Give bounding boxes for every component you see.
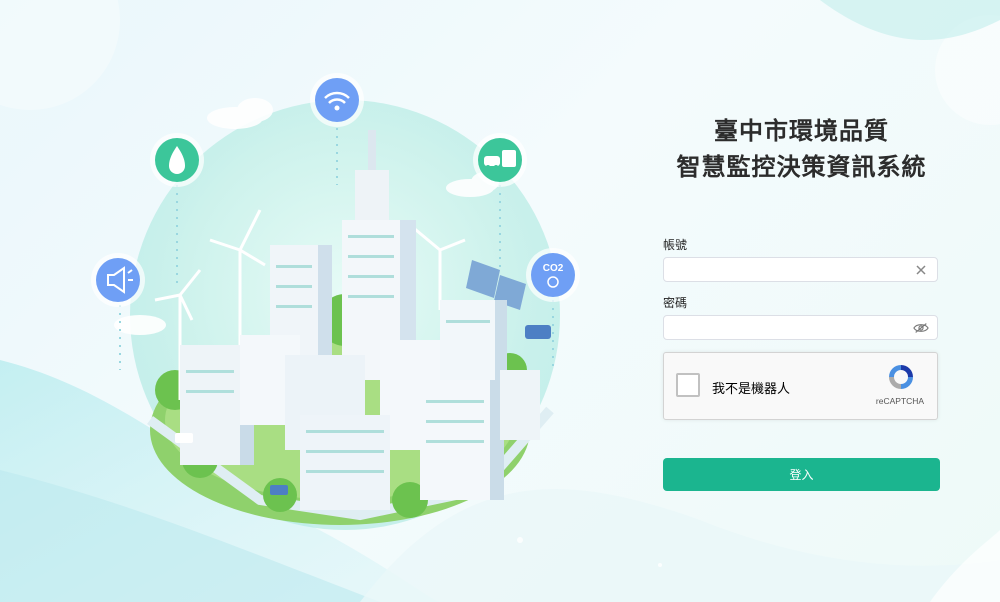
login-panel: 臺中市環境品質 智慧監控決策資訊系統 帳號 密碼 我不是機器人 reCAPTCH…	[663, 0, 940, 602]
password-label: 密碼	[663, 296, 688, 310]
co2-label: CO2	[543, 263, 564, 274]
recaptcha-logo-icon	[889, 365, 913, 389]
login-button[interactable]: 登入	[663, 458, 940, 491]
password-field	[663, 315, 938, 340]
recaptcha-widget: 我不是機器人 reCAPTCHA	[663, 352, 938, 420]
eye-off-icon[interactable]	[913, 320, 929, 336]
system-title-line2: 智慧監控決策資訊系統	[676, 153, 927, 181]
co2-icon: CO2	[526, 248, 580, 302]
water-drop-icon	[150, 133, 204, 187]
clear-icon[interactable]	[913, 262, 929, 278]
recaptcha-label: 我不是機器人	[712, 382, 791, 397]
account-field	[663, 257, 938, 282]
wifi-icon	[310, 73, 364, 127]
account-label: 帳號	[663, 238, 688, 252]
speaker-icon	[91, 253, 145, 307]
city-illustration: CO2	[91, 73, 580, 530]
password-input[interactable]	[664, 316, 924, 339]
recaptcha-brand: reCAPTCHA	[875, 396, 925, 406]
recaptcha-checkbox[interactable]	[676, 373, 700, 397]
vehicles-icon	[473, 133, 527, 187]
system-title-line1: 臺中市環境品質	[714, 117, 889, 145]
account-input[interactable]	[664, 258, 924, 281]
